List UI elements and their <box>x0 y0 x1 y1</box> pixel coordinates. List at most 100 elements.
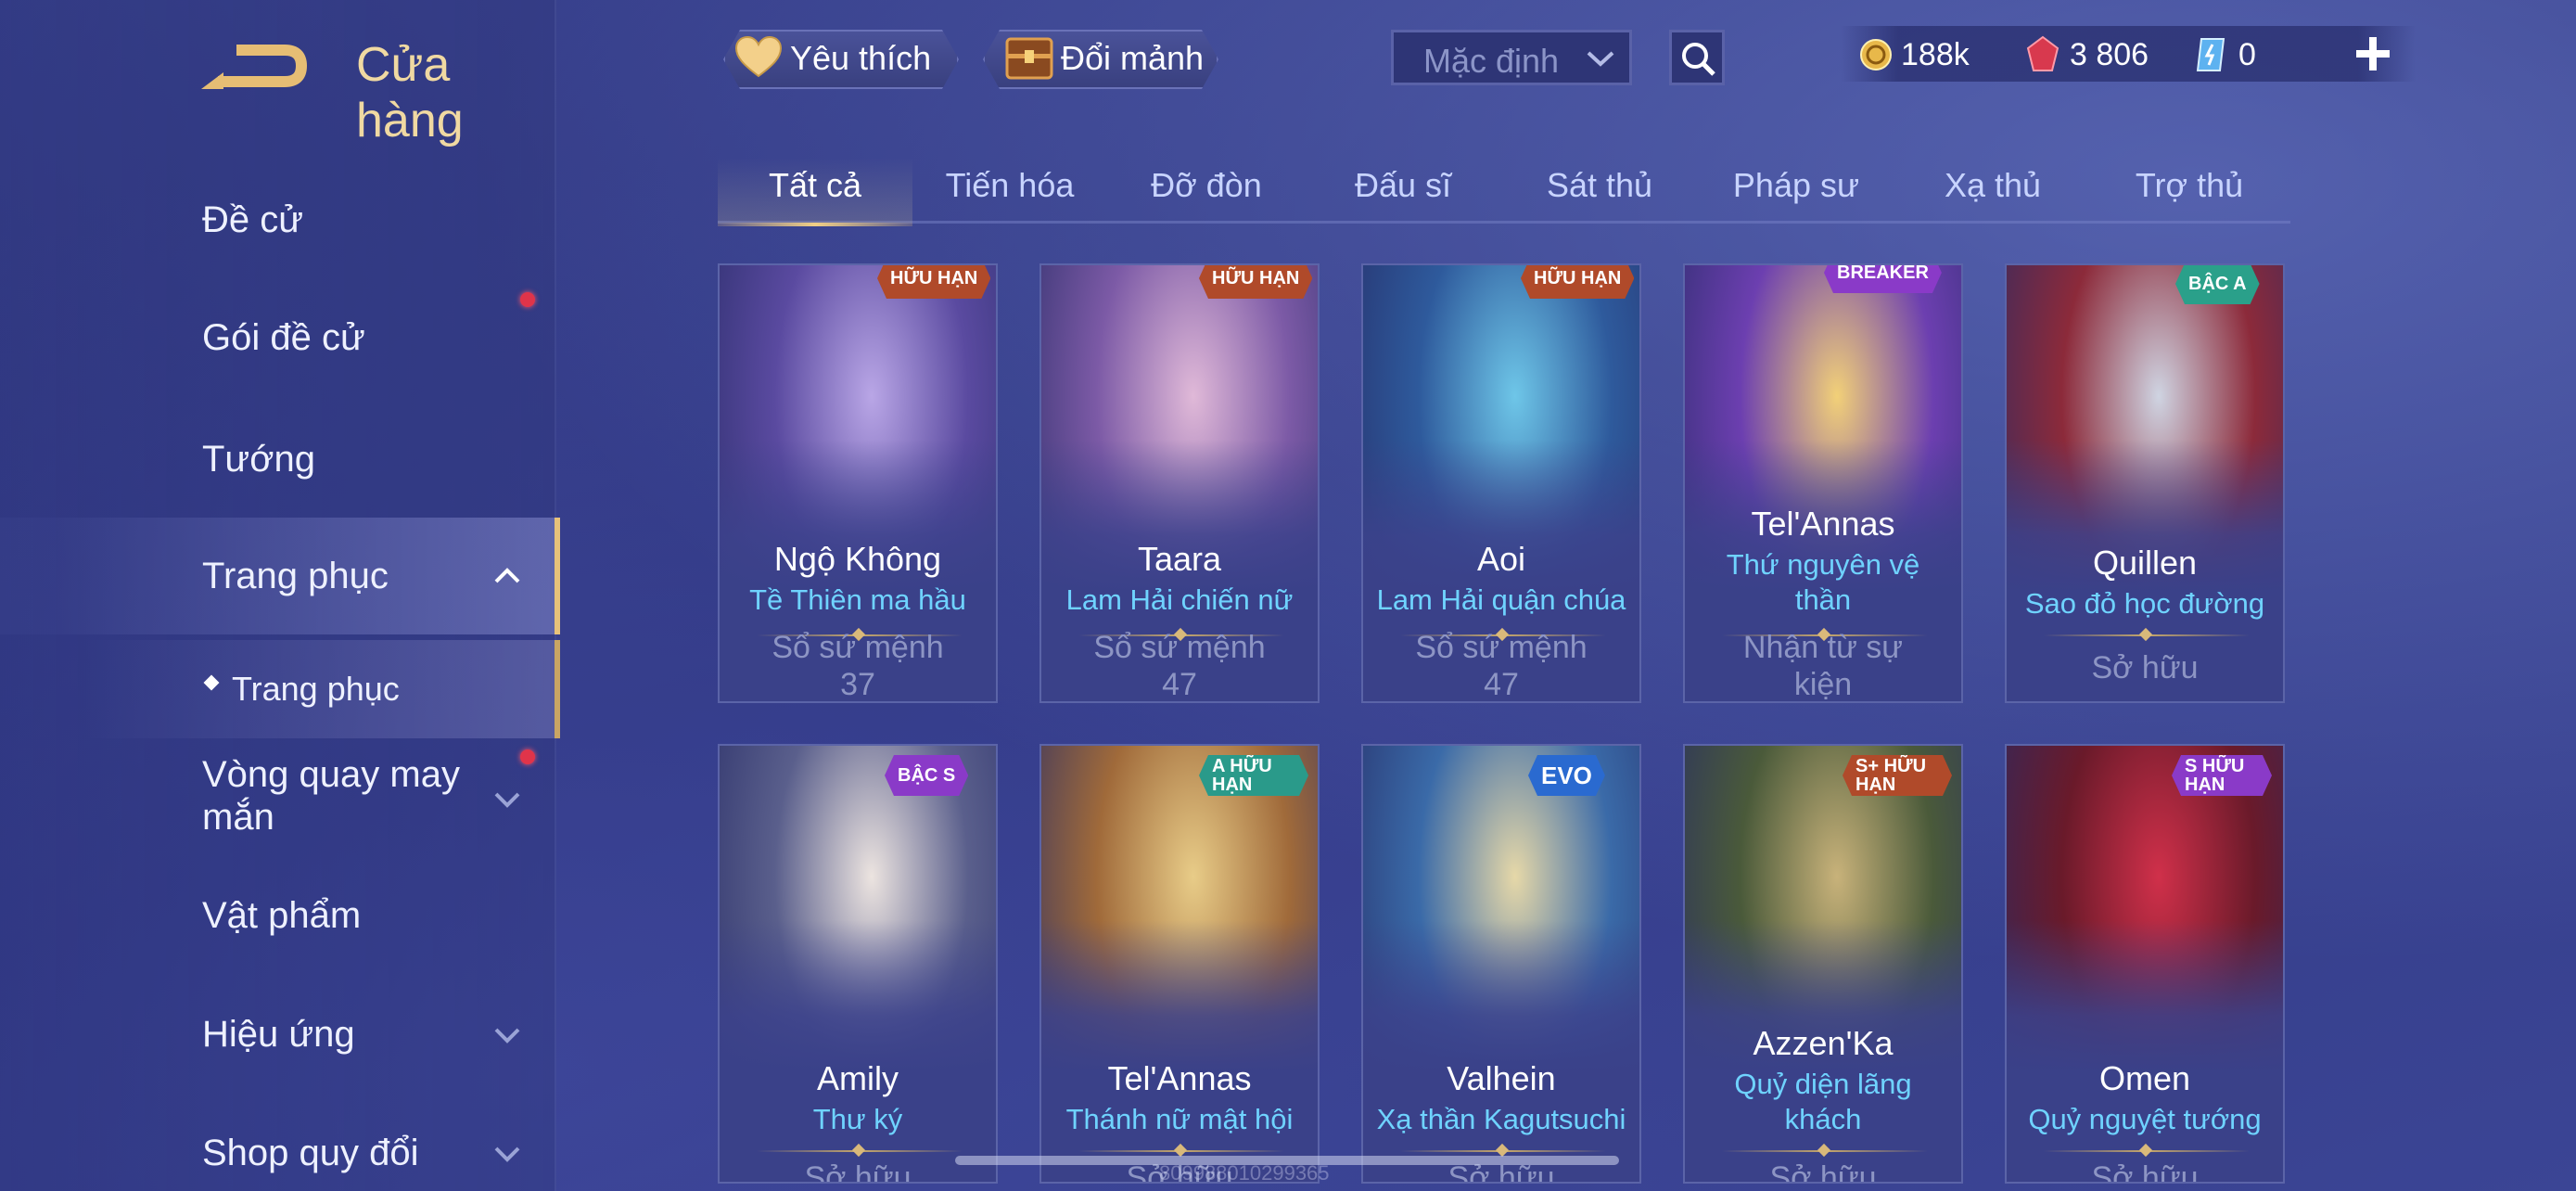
limited-badge: HỮU HẠN <box>877 263 990 299</box>
favorites-button[interactable]: Yêu thích <box>723 30 955 85</box>
watermark-id: 809988010299365 <box>1159 1161 1330 1185</box>
hero-name: Azzen'Ka <box>1753 1024 1894 1062</box>
gem-amount: 3 806 <box>2070 37 2149 72</box>
tab-support[interactable]: Trợ thủ <box>2092 158 2287 223</box>
sidebar-item-lucky-wheel[interactable]: Vòng quay may mắn <box>0 742 555 863</box>
skin-card[interactable]: S HỮU HẠN Omen Quỷ nguyệt tướng Sở hữu <box>2005 744 2285 1184</box>
sidebar-item-items[interactable]: Vật phẩm <box>0 863 555 974</box>
exchange-fragments-button[interactable]: Đổi mảnh <box>983 30 1215 85</box>
sidebar-item-label: Vật phẩm <box>202 895 362 936</box>
sidebar-item-recommended-packs[interactable]: Gói đề cử <box>0 283 555 394</box>
evo-badge: EVO <box>1528 755 1605 796</box>
limited-badge: HỮU HẠN <box>1199 263 1312 299</box>
skin-card[interactable]: A HỮU HẠN Tel'Annas Thánh nữ mật hội Sở … <box>1039 744 1320 1184</box>
sidebar-item-label: Vòng quay may mắn <box>202 754 460 838</box>
hero-name: Ngộ Không <box>773 540 942 578</box>
skin-card[interactable]: HỮU HẠN Aoi Lam Hải quận chúa Sổ sứ mệnh… <box>1361 263 1641 703</box>
hero-name: Quillen <box>2092 544 2198 582</box>
sidebar-item-exchange-shop[interactable]: Shop quy đổi <box>0 1100 555 1191</box>
search-button[interactable] <box>1669 30 1725 85</box>
skin-card[interactable]: BREAKER Tel'Annas Thứ nguyên vệ thần Nhậ… <box>1683 263 1963 703</box>
sidebar-item-recommended[interactable]: Đề cử <box>0 165 555 276</box>
hero-name: Tel'Annas <box>1751 505 1895 543</box>
treasure-chest-icon <box>1005 37 1053 80</box>
tier-badge: A HỮU HẠN <box>1199 755 1308 796</box>
skin-card[interactable]: BẬC A Quillen Sao đỏ học đường Sở hữu <box>2005 263 2285 703</box>
tab-all[interactable]: Tất cả <box>718 158 912 226</box>
active-tab-underline <box>718 223 912 226</box>
tier-badge: BẬC A <box>2175 263 2260 304</box>
gold-amount: 188k <box>1901 37 1970 72</box>
bullet-diamond-icon <box>203 674 220 691</box>
skin-status: Sở hữu <box>2091 1160 2199 1184</box>
chevron-up-icon <box>494 568 520 583</box>
chevron-down-icon <box>494 792 520 808</box>
skin-card[interactable]: S+ HỮU HẠN Azzen'Ka Quỷ diện lãng khách … <box>1683 744 1963 1184</box>
tab-evolution[interactable]: Tiến hóa <box>912 158 1107 223</box>
sort-dropdown[interactable]: Mặc định <box>1391 30 1632 85</box>
heart-icon <box>734 35 783 78</box>
hero-name: Valhein <box>1447 1059 1556 1097</box>
skin-status: Sổ sứ mệnh 47 <box>1415 630 1588 702</box>
skin-card[interactable]: EVO Valhein Xạ thần Kagutsuchi Sở hữu <box>1361 744 1641 1184</box>
plus-icon <box>2356 37 2390 70</box>
skin-name: Quỷ nguyệt tướng <box>2028 1103 2262 1135</box>
hero-name: Taara <box>1137 540 1222 578</box>
sidebar-item-label: Tướng <box>202 439 315 480</box>
back-arrow-icon <box>201 45 308 89</box>
sidebar-item-label: Trang phục <box>232 670 400 708</box>
page-title: Cửa hàng <box>356 38 464 147</box>
chevron-down-icon <box>1587 51 1614 67</box>
exchange-label: Đổi mảnh <box>1061 39 1205 77</box>
back-button[interactable] <box>199 35 311 96</box>
sidebar-item-skins[interactable]: Trang phục <box>0 518 560 634</box>
skin-name: Lam Hải chiến nữ <box>1065 583 1294 616</box>
tab-label: Tất cả <box>768 166 862 204</box>
skin-status: Sở hữu <box>1769 1160 1877 1184</box>
tier-badge: BẬC S <box>885 755 968 796</box>
sidebar-item-effects[interactable]: Hiệu ứng <box>0 981 555 1093</box>
skin-card[interactable]: BẬC S Amily Thư ký Sở hữu <box>718 744 998 1184</box>
skin-name: Xạ thần Kagutsuchi <box>1376 1103 1626 1135</box>
skin-grid: HỮU HẠN Ngộ Không Tề Thiên ma hầu Sổ sứ … <box>718 263 2294 1191</box>
voucher-amount: 0 <box>2238 37 2256 72</box>
tab-mage[interactable]: Pháp sư <box>1699 158 1894 223</box>
skin-name: Thứ nguyên vệ thần <box>1726 548 1920 616</box>
gold-coin-icon <box>1860 39 1892 70</box>
tab-label: Sát thủ <box>1546 166 1653 204</box>
skin-name: Quỷ diện lãng khách <box>1734 1068 1912 1135</box>
hero-name: Amily <box>817 1059 899 1097</box>
hero-name: Aoi <box>1476 540 1526 578</box>
skin-status: Sổ sứ mệnh 37 <box>772 630 944 702</box>
tab-label: Tiến hóa <box>945 166 1075 204</box>
sort-selected-value: Mặc định <box>1423 42 1560 80</box>
tab-assassin[interactable]: Sát thủ <box>1502 158 1697 223</box>
sidebar-item-heroes[interactable]: Tướng <box>0 401 555 512</box>
tab-label: Đỡ đòn <box>1151 166 1262 204</box>
tab-tank[interactable]: Đỡ đòn <box>1109 158 1304 223</box>
sidebar-subitem-skins[interactable]: Trang phục <box>0 640 560 738</box>
skin-card[interactable]: HỮU HẠN Taara Lam Hải chiến nữ Sổ sứ mện… <box>1039 263 1320 703</box>
chevron-down-icon <box>494 1028 520 1044</box>
tab-label: Trợ thủ <box>2135 166 2244 204</box>
skin-status: Nhận từ sự kiện <box>1742 630 1904 702</box>
tab-fighter[interactable]: Đấu sĩ <box>1306 158 1500 223</box>
skin-status: Sở hữu <box>2091 650 2199 685</box>
favorites-label: Yêu thích <box>790 39 932 77</box>
tier-badge: S+ HỮU HẠN <box>1843 755 1952 796</box>
add-currency-button[interactable] <box>2350 28 2396 80</box>
sidebar-item-label: Hiệu ứng <box>202 1014 355 1055</box>
sidebar-item-label: Shop quy đổi <box>202 1133 419 1173</box>
skin-name: Sao đỏ học đường <box>2024 587 2265 620</box>
skin-name: Lam Hải quận chúa <box>1376 583 1626 616</box>
sidebar-item-label: Trang phục <box>202 556 389 596</box>
skin-name: Tề Thiên ma hầu <box>749 583 966 616</box>
blue-voucher-icon <box>2196 38 2225 71</box>
notification-dot <box>520 292 535 307</box>
sidebar-item-label: Đề cử <box>202 199 304 240</box>
sidebar-item-label: Gói đề cử <box>202 317 365 358</box>
tab-marksman[interactable]: Xạ thủ <box>1895 158 2090 223</box>
skin-name: Thánh nữ mật hội <box>1065 1103 1294 1135</box>
skin-card[interactable]: HỮU HẠN Ngộ Không Tề Thiên ma hầu Sổ sứ … <box>718 263 998 703</box>
tab-label: Pháp sư <box>1732 166 1860 204</box>
